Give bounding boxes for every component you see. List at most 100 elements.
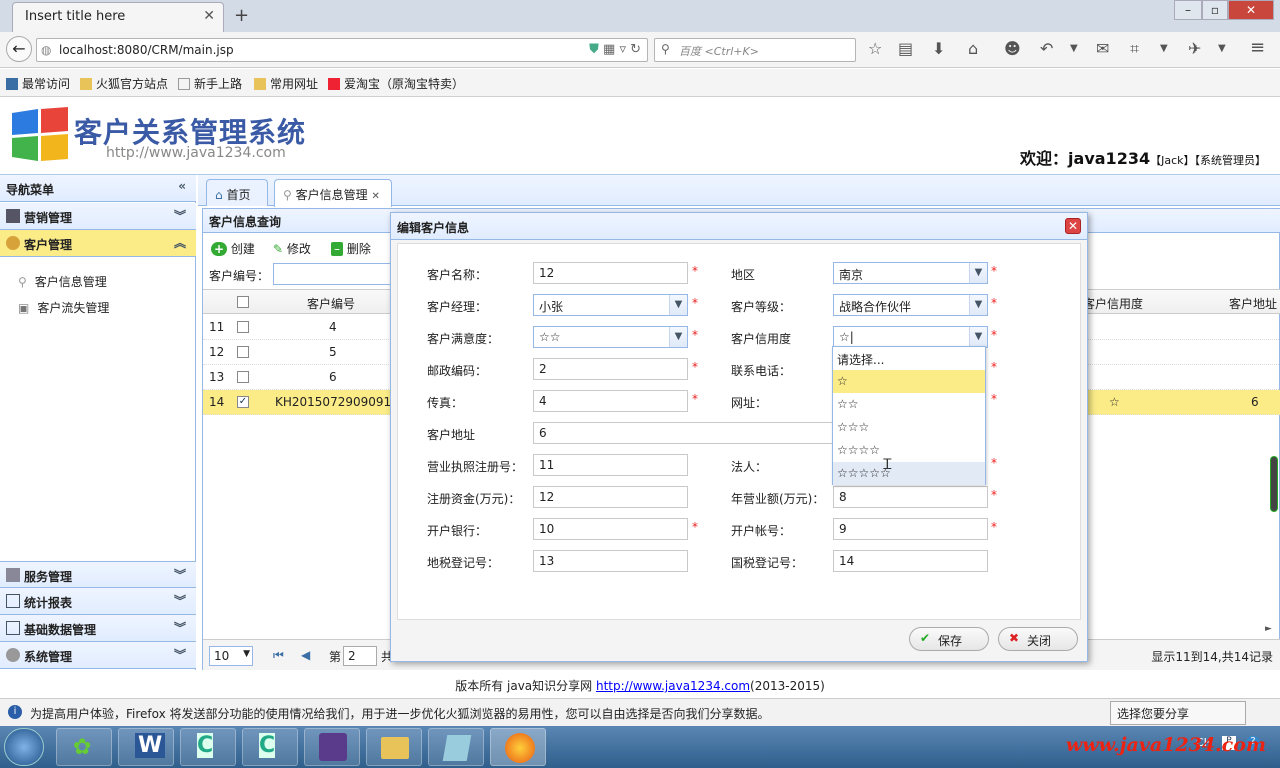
- chevron-down-icon[interactable]: ▼: [1070, 43, 1078, 54]
- prev-page-icon[interactable]: ◀: [301, 648, 310, 662]
- close-tab-icon[interactable]: ✕: [371, 191, 379, 202]
- dropdown-option[interactable]: ☆☆☆☆: [833, 439, 985, 462]
- column-header-address[interactable]: 客户地址: [1229, 295, 1277, 312]
- postal-code-input[interactable]: 2: [533, 358, 688, 380]
- license-input[interactable]: 11: [533, 454, 688, 476]
- new-tab-icon[interactable]: +: [234, 5, 249, 26]
- chevron-down-icon[interactable]: ▼: [1218, 43, 1226, 54]
- row-checkbox-checked[interactable]: ✓: [237, 396, 249, 408]
- tab-home[interactable]: ⌂ 首页: [206, 179, 268, 206]
- scroll-right-icon[interactable]: ►: [1265, 624, 1272, 634]
- delete-button[interactable]: – 删除: [331, 240, 371, 257]
- capital-input[interactable]: 12: [533, 486, 688, 508]
- sidebar-section-service[interactable]: 服务管理 ︾: [0, 561, 196, 588]
- reading-list-icon[interactable]: ▤: [898, 39, 913, 58]
- url-bar[interactable]: ◍ localhost:8080/CRM/main.jsp ⛊ ▦ ▿ ↻: [36, 38, 648, 62]
- local-tax-input[interactable]: 13: [533, 550, 688, 572]
- shield-icon[interactable]: ⛊ ▦ ▿ ↻: [589, 42, 641, 57]
- turnover-input[interactable]: 8: [833, 486, 988, 508]
- sidebar-item-customer-info[interactable]: ⚲ 客户信息管理: [18, 273, 107, 290]
- taskbar-pinwheel-icon[interactable]: ✿: [56, 728, 112, 766]
- sidebar-section-reports[interactable]: 统计报表 ︾: [0, 588, 196, 615]
- maximize-icon[interactable]: ▫: [1202, 0, 1228, 20]
- start-button[interactable]: [4, 728, 44, 766]
- share-choice-button[interactable]: 选择您要分享: [1110, 701, 1246, 725]
- customer-name-input[interactable]: 12: [533, 262, 688, 284]
- row-checkbox[interactable]: [237, 321, 249, 333]
- taskbar-notebook-icon[interactable]: [428, 728, 484, 766]
- taskbar-camtasia-icon[interactable]: C: [180, 728, 236, 766]
- customer-code-input[interactable]: [273, 263, 393, 285]
- level-select[interactable]: 战略合作伙伴 ▼: [833, 294, 988, 316]
- fax-input[interactable]: 4: [533, 390, 688, 412]
- create-button[interactable]: + 创建: [211, 240, 255, 257]
- bookmark-item[interactable]: 常用网址: [254, 75, 318, 92]
- collapse-icon[interactable]: «: [178, 179, 186, 193]
- address-label: 客户地址: [427, 428, 476, 442]
- page-size-select[interactable]: 10 ▼: [209, 646, 253, 666]
- close-tab-icon[interactable]: ✕: [203, 8, 215, 24]
- first-page-icon[interactable]: ⏮: [273, 648, 284, 663]
- sidebar-section-system[interactable]: 系统管理 ︾: [0, 642, 196, 669]
- address-input[interactable]: 6: [533, 422, 833, 444]
- minimize-icon[interactable]: –: [1174, 0, 1202, 20]
- sidebar-section-marketing[interactable]: 营销管理 ︾: [0, 203, 196, 230]
- taskbar-eclipse-icon[interactable]: [304, 728, 360, 766]
- home-icon[interactable]: ⌂: [968, 39, 978, 58]
- close-window-icon[interactable]: ✕: [1228, 0, 1274, 20]
- sidebar-section-basic-data[interactable]: 基础数据管理 ︾: [0, 615, 196, 642]
- chevron-down-icon[interactable]: ▼: [1160, 43, 1168, 54]
- required-marker: *: [991, 520, 997, 534]
- edit-button[interactable]: ✎ 修改: [273, 240, 311, 257]
- download-icon[interactable]: ⬇: [932, 39, 945, 58]
- undo-icon[interactable]: ↶: [1040, 39, 1053, 58]
- save-button[interactable]: ✔ 保存: [909, 627, 989, 651]
- crop-icon[interactable]: ⌗: [1130, 39, 1139, 59]
- sidebar-item-customer-loss[interactable]: ▣ 客户流失管理: [18, 299, 109, 316]
- dropdown-option-hovered[interactable]: ☆☆☆☆☆: [833, 462, 985, 485]
- watermark: www.java1234.com: [1065, 734, 1266, 756]
- footer-link[interactable]: http://www.java1234.com: [596, 679, 750, 693]
- credit-select[interactable]: ☆| ▼: [833, 326, 988, 348]
- dropdown-option-selected[interactable]: ☆: [833, 370, 985, 393]
- close-button[interactable]: ✖ 关闭: [998, 627, 1078, 651]
- star-icon[interactable]: ☆: [868, 39, 882, 58]
- taskbar-firefox-icon[interactable]: [490, 728, 546, 766]
- select-all-checkbox[interactable]: [237, 296, 249, 308]
- bubble-icon[interactable]: ✉: [1096, 39, 1109, 58]
- taskbar-camtasia-icon[interactable]: C: [242, 728, 298, 766]
- column-header-code[interactable]: 客户编号: [307, 295, 355, 312]
- bookmark-item[interactable]: 新手上路: [178, 75, 242, 92]
- manager-select[interactable]: 小张 ▼: [533, 294, 688, 316]
- chevron-down-icon: ▼: [669, 327, 687, 347]
- row-checkbox[interactable]: [237, 346, 249, 358]
- bookmark-item[interactable]: 爱淘宝（原淘宝特卖）: [328, 75, 464, 92]
- close-icon[interactable]: ✕: [1065, 218, 1081, 234]
- sidebar-section-customers[interactable]: 客户管理 ︽: [0, 230, 196, 257]
- bookmark-item[interactable]: 火狐官方站点: [80, 75, 168, 92]
- bank-label: 开户银行：: [427, 524, 488, 538]
- taskbar-folder-icon[interactable]: [366, 728, 422, 766]
- chat-icon[interactable]: ☻: [1004, 39, 1021, 58]
- bookmark-item[interactable]: 最常访问: [6, 75, 70, 92]
- menu-icon[interactable]: ≡: [1250, 37, 1265, 58]
- bank-input[interactable]: 10: [533, 518, 688, 540]
- back-icon[interactable]: ←: [6, 36, 32, 62]
- page-number-input[interactable]: 2: [343, 646, 377, 666]
- tab-customer-info[interactable]: ⚲ 客户信息管理 ✕: [274, 179, 392, 207]
- account-input[interactable]: 9: [833, 518, 988, 540]
- browser-tab[interactable]: Insert title here ✕: [12, 2, 224, 32]
- required-marker: *: [692, 264, 698, 278]
- scrollbar-thumb[interactable]: [1270, 456, 1278, 512]
- dropdown-option[interactable]: ☆☆: [833, 393, 985, 416]
- dropdown-option[interactable]: 请选择...: [833, 347, 985, 370]
- addon-icon[interactable]: ✈: [1188, 39, 1201, 58]
- national-tax-input[interactable]: 14: [833, 550, 988, 572]
- dropdown-option[interactable]: ☆☆☆: [833, 416, 985, 439]
- taskbar-word-icon[interactable]: W: [118, 728, 174, 766]
- region-select[interactable]: 南京 ▼: [833, 262, 988, 284]
- satisfaction-select[interactable]: ☆☆ ▼: [533, 326, 688, 348]
- row-checkbox[interactable]: [237, 371, 249, 383]
- column-header-credit[interactable]: 客户信用度: [1083, 295, 1143, 312]
- search-bar[interactable]: ⚲ 百度 <Ctrl+K>: [654, 38, 856, 62]
